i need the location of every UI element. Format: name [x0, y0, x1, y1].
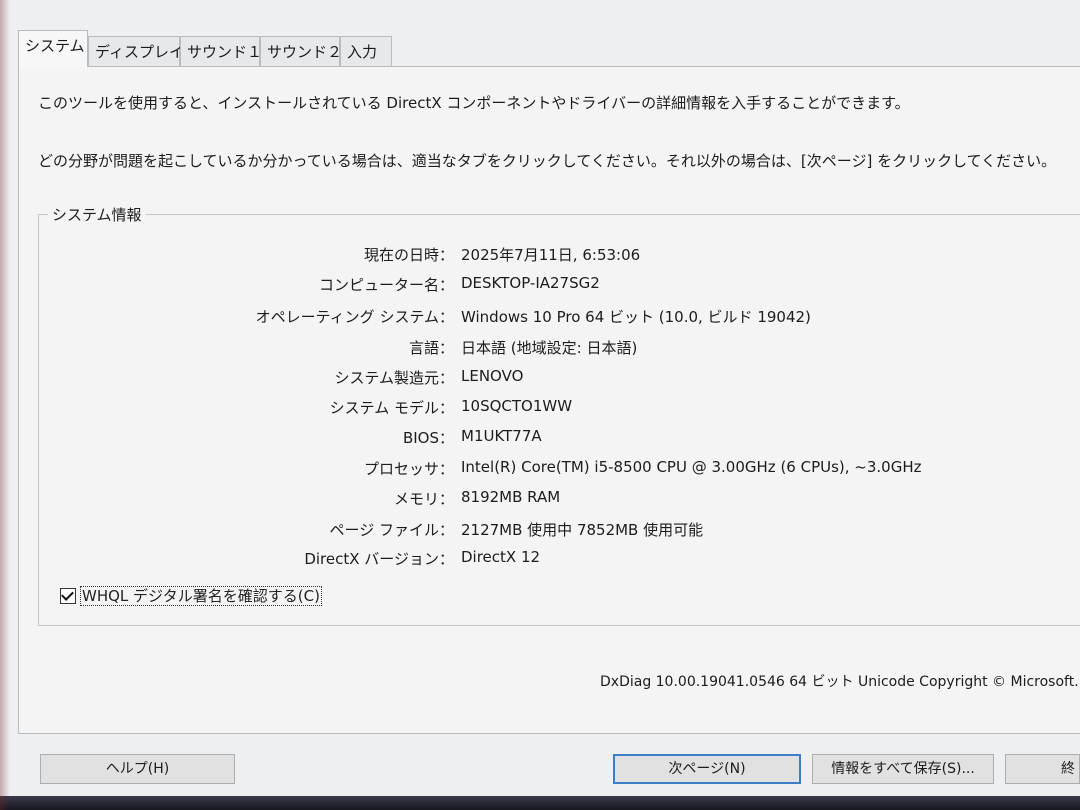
- screen-bezel-bottom: [0, 796, 1080, 810]
- info-value-datetime: 2025年7月11日, 6:53:06: [461, 246, 641, 264]
- tab-input[interactable]: 入力: [340, 36, 392, 66]
- info-value-processor: Intel(R) Core(TM) i5-8500 CPU @ 3.00GHz …: [461, 458, 922, 476]
- info-row-computer-name: コンピューター名： DESKTOP-IA27SG2: [0, 274, 1080, 298]
- intro-line-1: このツールを使用すると、インストールされている DirectX コンポーネントや…: [38, 94, 910, 112]
- info-row-language: 言語： 日本語 (地域設定: 日本語): [0, 337, 1080, 361]
- info-value-page-file: 2127MB 使用中 7852MB 使用可能: [461, 521, 704, 539]
- info-label-datetime: 現在の日時：: [363, 246, 454, 264]
- info-value-directx: DirectX 12: [461, 548, 541, 566]
- screen-edge-left: [0, 0, 10, 810]
- info-value-memory: 8192MB RAM: [461, 488, 561, 506]
- dxdiag-window: システム ディスプレイ サウンド１ サウンド２ 入力 このツールを使用すると、イ…: [0, 0, 1080, 800]
- info-label-model: システム モデル：: [329, 399, 454, 417]
- exit-button[interactable]: 終: [1005, 754, 1080, 784]
- info-row-page-file: ページ ファイル： 2127MB 使用中 7852MB 使用可能: [0, 519, 1080, 543]
- info-label-memory: メモリ：: [393, 490, 454, 508]
- info-value-model: 10SQCTO1WW: [461, 397, 573, 415]
- whql-checkbox[interactable]: [60, 587, 76, 604]
- info-label-page-file: ページ ファイル：: [329, 521, 454, 539]
- whql-check-control[interactable]: WHQL デジタル署名を確認する(C): [60, 585, 322, 607]
- tab-sound-2[interactable]: サウンド２: [260, 36, 342, 66]
- info-row-memory: メモリ： 8192MB RAM: [0, 488, 1080, 512]
- info-row-os: オペレーティング システム： Windows 10 Pro 64 ビット (10…: [0, 306, 1080, 330]
- info-value-computer-name: DESKTOP-IA27SG2: [461, 274, 600, 292]
- info-row-directx: DirectX バージョン： DirectX 12: [0, 548, 1080, 572]
- info-value-manufacturer: LENOVO: [461, 367, 524, 385]
- info-label-computer-name: コンピューター名：: [318, 276, 454, 294]
- info-row-model: システム モデル： 10SQCTO1WW: [0, 397, 1080, 421]
- info-row-datetime: 現在の日時： 2025年7月11日, 6:53:06: [0, 244, 1080, 268]
- system-info-title: システム情報: [48, 204, 146, 225]
- info-label-manufacturer: システム製造元：: [334, 369, 454, 387]
- tab-sound-1[interactable]: サウンド１: [180, 36, 262, 66]
- info-value-os: Windows 10 Pro 64 ビット (10.0, ビルド 19042): [461, 308, 811, 326]
- tab-display[interactable]: ディスプレイ: [88, 36, 184, 66]
- intro-line-2: どの分野が問題を起こしているか分かっている場合は、適当なタブをクリックしてくださ…: [38, 152, 1057, 170]
- info-row-processor: プロセッサ： Intel(R) Core(TM) i5-8500 CPU @ 3…: [0, 458, 1080, 482]
- info-row-manufacturer: システム製造元： LENOVO: [0, 367, 1080, 391]
- info-row-bios: BIOS： M1UKT77A: [0, 427, 1080, 451]
- version-copyright-text: DxDiag 10.00.19041.0546 64 ビット Unicode C…: [600, 674, 1080, 690]
- info-label-bios: BIOS：: [402, 429, 454, 447]
- info-value-bios: M1UKT77A: [461, 427, 542, 445]
- next-page-button[interactable]: 次ページ(N): [613, 754, 801, 784]
- tab-system[interactable]: システム: [18, 30, 88, 67]
- help-button[interactable]: ヘルプ(H): [40, 754, 235, 784]
- info-label-language: 言語：: [408, 339, 454, 357]
- info-label-processor: プロセッサ：: [363, 460, 454, 478]
- info-label-directx: DirectX バージョン：: [304, 550, 454, 568]
- info-value-language: 日本語 (地域設定: 日本語): [461, 339, 638, 357]
- info-label-os: オペレーティング システム：: [255, 308, 454, 326]
- whql-checkbox-label[interactable]: WHQL デジタル署名を確認する(C): [80, 586, 322, 606]
- save-all-info-button[interactable]: 情報をすべて保存(S)...: [812, 754, 994, 784]
